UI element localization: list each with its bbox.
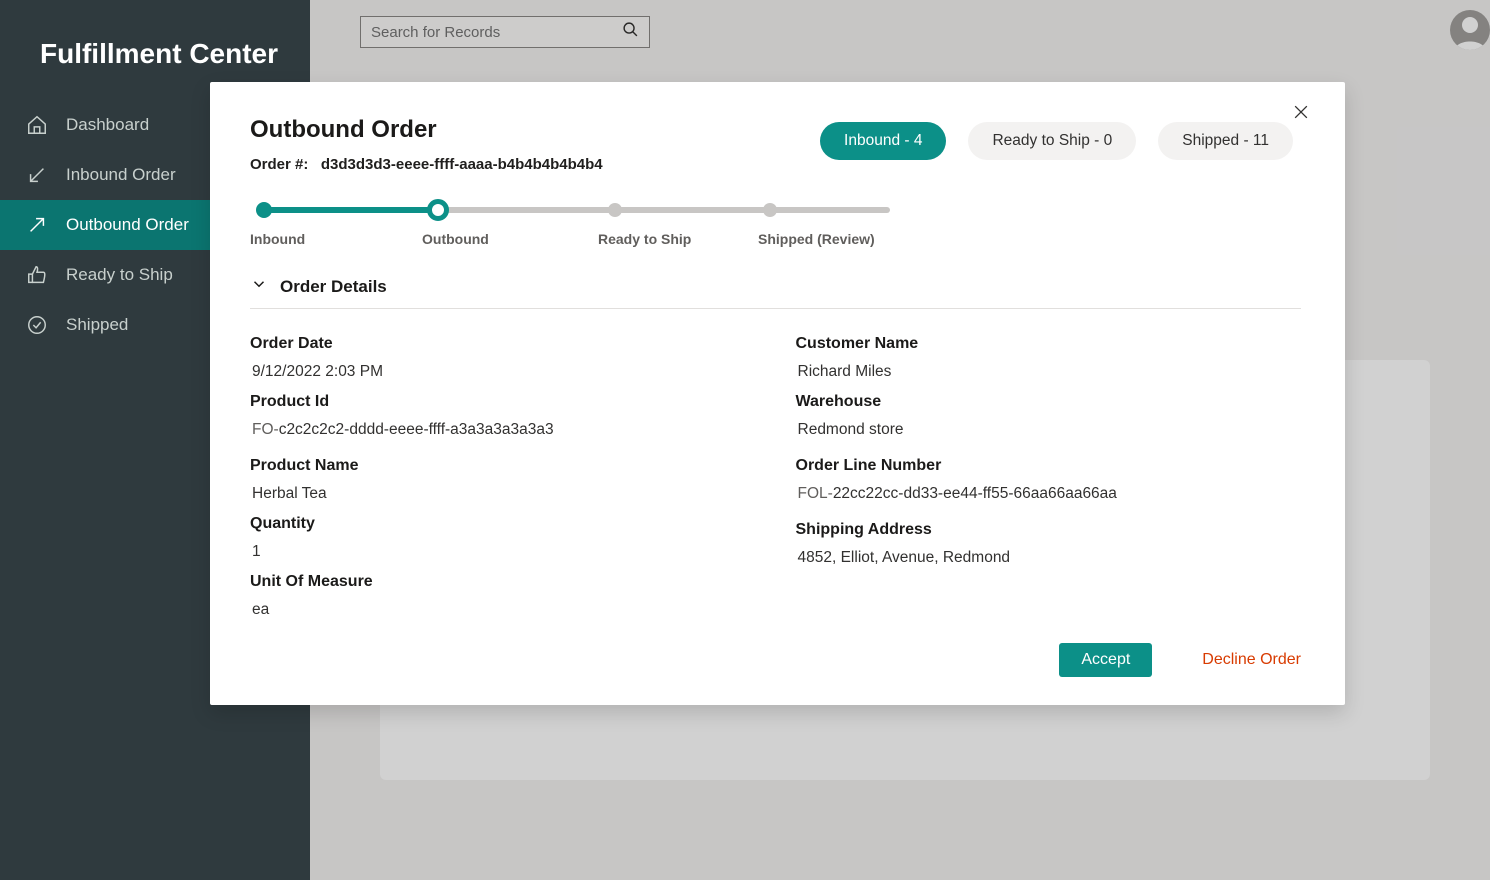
quantity-label: Quantity [250, 515, 756, 533]
uom-value: ea [250, 601, 756, 619]
step-shipped: Shipped (Review) [758, 231, 875, 247]
arrow-down-left-icon [26, 164, 48, 186]
ship-addr-value: 4852, Elliot, Avenue, Redmond [796, 549, 1302, 567]
product-name-value: Herbal Tea [250, 485, 756, 503]
order-line-label: Order Line Number [796, 457, 1302, 475]
decline-button[interactable]: Decline Order [1202, 651, 1301, 669]
order-line-value: FOL-22cc22cc-dd33-ee44-ff55-66aa66aa66aa [796, 485, 1302, 503]
thumbs-up-icon [26, 264, 48, 286]
product-name-label: Product Name [250, 457, 756, 475]
nav-label: Inbound Order [66, 165, 176, 185]
nav-label: Dashboard [66, 115, 149, 135]
nav-label: Outbound Order [66, 215, 189, 235]
ship-addr-label: Shipping Address [796, 521, 1302, 539]
modal-title: Outbound Order [250, 116, 603, 144]
home-icon [26, 114, 48, 136]
section-title: Order Details [280, 277, 387, 297]
step-inbound: Inbound [250, 231, 305, 247]
product-id-label: Product Id [250, 393, 756, 411]
product-id-value: FO-c2c2c2c2-dddd-eeee-ffff-a3a3a3a3a3a3 [250, 421, 756, 439]
close-button[interactable] [1291, 102, 1311, 127]
chip-inbound[interactable]: Inbound - 4 [820, 122, 946, 160]
uom-label: Unit Of Measure [250, 573, 756, 591]
detail-grid: Order Date 9/12/2022 2:03 PM Product Id … [250, 323, 1301, 631]
warehouse-label: Warehouse [796, 393, 1302, 411]
chip-ready-to-ship[interactable]: Ready to Ship - 0 [968, 122, 1136, 160]
step-ready: Ready to Ship [598, 231, 691, 247]
nav-label: Shipped [66, 315, 128, 335]
order-details-header[interactable]: Order Details [250, 275, 1301, 309]
order-date-value: 9/12/2022 2:03 PM [250, 363, 756, 381]
accept-button[interactable]: Accept [1059, 643, 1152, 677]
order-number: Order #: d3d3d3d3-eeee-ffff-aaaa-b4b4b4b… [250, 156, 603, 173]
customer-name-value: Richard Miles [796, 363, 1302, 381]
customer-name-label: Customer Name [796, 335, 1302, 353]
nav-label: Ready to Ship [66, 265, 173, 285]
check-circle-icon [26, 314, 48, 336]
modal-actions: Accept Decline Order [250, 643, 1301, 677]
status-chips: Inbound - 4 Ready to Ship - 0 Shipped - … [820, 122, 1293, 160]
chip-shipped[interactable]: Shipped - 11 [1158, 122, 1293, 160]
order-date-label: Order Date [250, 335, 756, 353]
progress-stepper: Inbound Outbound Ready to Ship Shipped (… [250, 201, 890, 253]
outbound-order-modal: Outbound Order Order #: d3d3d3d3-eeee-ff… [210, 82, 1345, 705]
arrow-up-right-icon [26, 214, 48, 236]
quantity-value: 1 [250, 543, 756, 561]
warehouse-value: Redmond store [796, 421, 1302, 439]
order-number-value: d3d3d3d3-eeee-ffff-aaaa-b4b4b4b4b4b4 [321, 156, 603, 173]
step-outbound: Outbound [422, 231, 489, 247]
order-number-label: Order #: [250, 156, 308, 173]
chevron-down-icon [250, 275, 268, 298]
detail-right-col: Customer Name Richard Miles Warehouse Re… [796, 323, 1302, 631]
detail-left-col: Order Date 9/12/2022 2:03 PM Product Id … [250, 323, 756, 631]
